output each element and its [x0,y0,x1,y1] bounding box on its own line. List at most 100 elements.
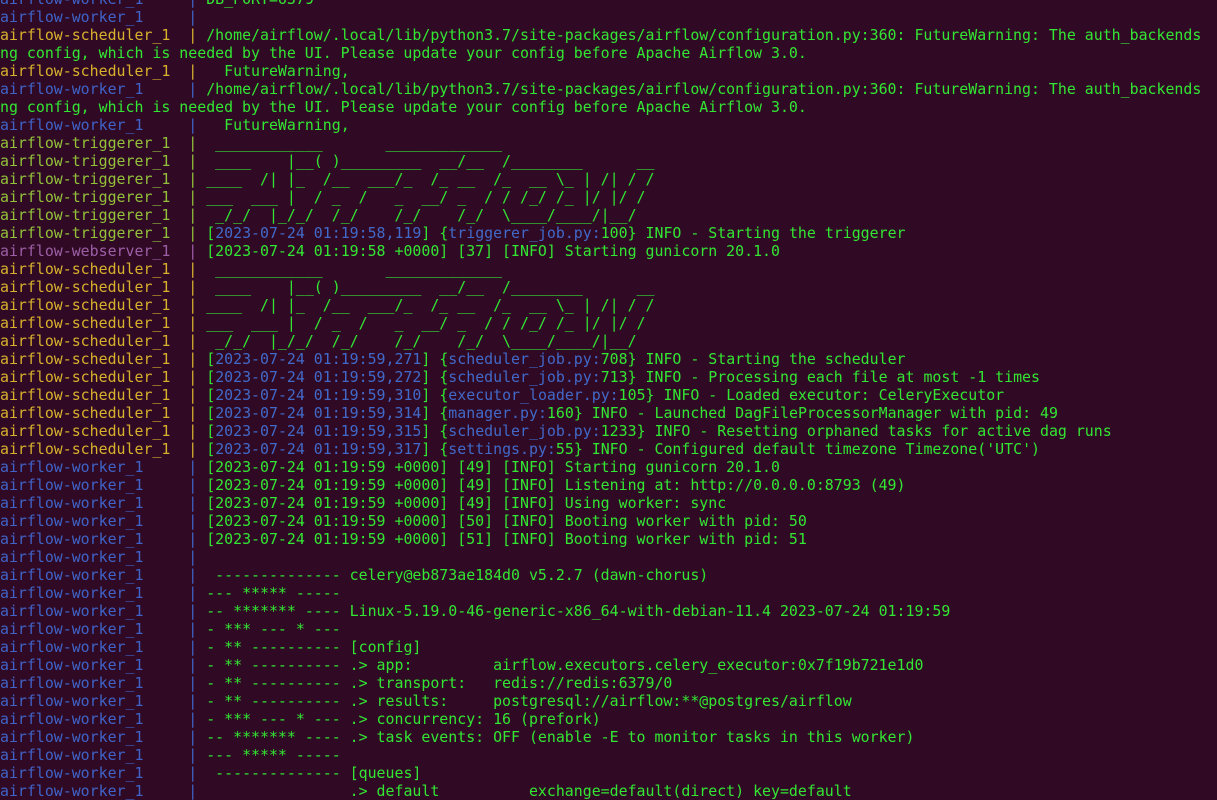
log-highlight: 2023-07-24 01:19:59,272 [215,368,422,386]
log-line: airflow-scheduler_1 | [2023-07-24 01:19:… [0,350,1217,368]
separator-pipe: | [188,620,198,638]
log-line: ng config, which is needed by the UI. Pl… [0,98,1217,116]
separator-pipe: | [188,404,198,422]
log-text: [ [197,368,216,386]
log-line: airflow-triggerer_1 | ___ ___ | / _ / _ … [0,188,1217,206]
log-highlight: 2023-07-24 01:19:59,310 [215,386,422,404]
log-text: ] { [421,386,449,404]
service-padding [143,116,188,134]
log-text: ] { [421,224,449,242]
service-name: airflow-worker_1 [0,548,144,566]
service-name: airflow-scheduler_1 [0,332,171,350]
separator-pipe: | [188,386,198,404]
log-line: airflow-scheduler_1 | [2023-07-24 01:19:… [0,368,1217,386]
service-padding [143,494,188,512]
service-name: airflow-worker_1 [0,8,144,26]
service-name: airflow-webserver_1 [0,242,171,260]
log-text: ____ |__( )_________ __/__ /________ __ [197,152,655,170]
separator-pipe: | [188,566,198,584]
log-line: airflow-worker_1 | .> default exchange=d… [0,782,1217,800]
service-name: airflow-scheduler_1 [0,26,171,44]
log-line: airflow-worker_1 | --- ***** ----- [0,584,1217,602]
service-name: airflow-worker_1 [0,728,144,746]
service-padding [170,260,188,278]
log-line: airflow-triggerer_1 | ____ |__( )_______… [0,152,1217,170]
log-line: airflow-worker_1 | [0,8,1217,26]
service-padding [143,530,188,548]
log-line: airflow-worker_1 | - ** ---------- .> ap… [0,656,1217,674]
separator-pipe: | [188,656,198,674]
service-padding [143,728,188,746]
log-line: airflow-scheduler_1 | FutureWarning, [0,62,1217,80]
log-text: /home/airflow/.local/lib/python3.7/site-… [197,80,1202,98]
service-padding [143,584,188,602]
log-text: ] { [421,404,449,422]
service-name: airflow-worker_1 [0,602,144,620]
separator-pipe: | [188,368,198,386]
log-line: airflow-worker_1 | -------------- celery… [0,566,1217,584]
log-line: airflow-worker_1 | -- ******* ---- .> ta… [0,728,1217,746]
terminal-window[interactable]: airflow-worker_1 | DB_PORT=6379airflow-w… [0,0,1217,800]
log-line: airflow-scheduler_1 | /home/airflow/.loc… [0,26,1217,44]
log-text: .> default exchange=default(direct) key=… [197,782,852,800]
log-line: airflow-scheduler_1 | ____ /| |_ /__ ___… [0,296,1217,314]
service-padding [143,566,188,584]
log-text: [ [197,350,216,368]
service-name: airflow-worker_1 [0,692,144,710]
log-text: [2023-07-24 01:19:58 +0000] [37] [INFO] … [197,242,780,260]
log-line: airflow-worker_1 | [2023-07-24 01:19:59 … [0,458,1217,476]
log-line: airflow-worker_1 | -------------- [queue… [0,764,1217,782]
service-name: airflow-triggerer_1 [0,152,171,170]
log-line: airflow-worker_1 | [2023-07-24 01:19:59 … [0,530,1217,548]
log-line: airflow-worker_1 | - *** --- * --- .> co… [0,710,1217,728]
log-line: airflow-scheduler_1 | [2023-07-24 01:19:… [0,404,1217,422]
log-line: airflow-scheduler_1 | [2023-07-24 01:19:… [0,386,1217,404]
log-text: [ [197,404,216,422]
log-text: ] { [421,440,449,458]
separator-pipe: | [188,350,198,368]
log-line: airflow-triggerer_1 | _/_/ |_/_/ /_/ /_/… [0,206,1217,224]
service-name: airflow-scheduler_1 [0,386,171,404]
separator-pipe: | [188,638,198,656]
service-padding [170,386,188,404]
separator-pipe: | [188,332,198,350]
service-padding [170,422,188,440]
separator-pipe: | [188,260,198,278]
service-padding [170,134,188,152]
service-name: airflow-worker_1 [0,530,144,548]
service-name: airflow-worker_1 [0,566,144,584]
separator-pipe: | [188,206,198,224]
service-name: airflow-worker_1 [0,674,144,692]
log-text: ] { [421,422,449,440]
separator-pipe: | [188,674,198,692]
service-name: airflow-scheduler_1 [0,296,171,314]
log-text: - ** ---------- .> results: postgresql:/… [197,692,852,710]
service-padding [170,314,188,332]
service-padding [170,188,188,206]
service-padding [143,782,188,800]
service-padding [143,602,188,620]
log-text: [2023-07-24 01:19:59 +0000] [50] [INFO] … [197,512,807,530]
separator-pipe: | [188,710,198,728]
log-text: 160} INFO - Launched DagFileProcessorMan… [546,404,1058,422]
log-text: 1233} INFO - Resetting orphaned tasks fo… [600,422,1112,440]
service-padding [143,620,188,638]
service-name: airflow-worker_1 [0,710,144,728]
service-name: airflow-scheduler_1 [0,314,171,332]
separator-pipe: | [188,530,198,548]
separator-pipe: | [188,440,198,458]
separator-pipe: | [188,296,198,314]
separator-pipe: | [188,116,198,134]
service-name: airflow-worker_1 [0,584,144,602]
service-name: airflow-worker_1 [0,494,144,512]
log-highlight: scheduler_job.py: [448,368,601,386]
log-text: [2023-07-24 01:19:59 +0000] [49] [INFO] … [197,458,780,476]
separator-pipe: | [188,80,198,98]
separator-pipe: | [188,512,198,530]
separator-pipe: | [188,278,198,296]
log-text: 100} INFO - Starting the triggerer [600,224,906,242]
log-highlight: 2023-07-24 01:19:59,315 [215,422,422,440]
log-line: airflow-worker_1 | [2023-07-24 01:19:59 … [0,494,1217,512]
service-name: airflow-scheduler_1 [0,350,171,368]
service-padding [170,440,188,458]
